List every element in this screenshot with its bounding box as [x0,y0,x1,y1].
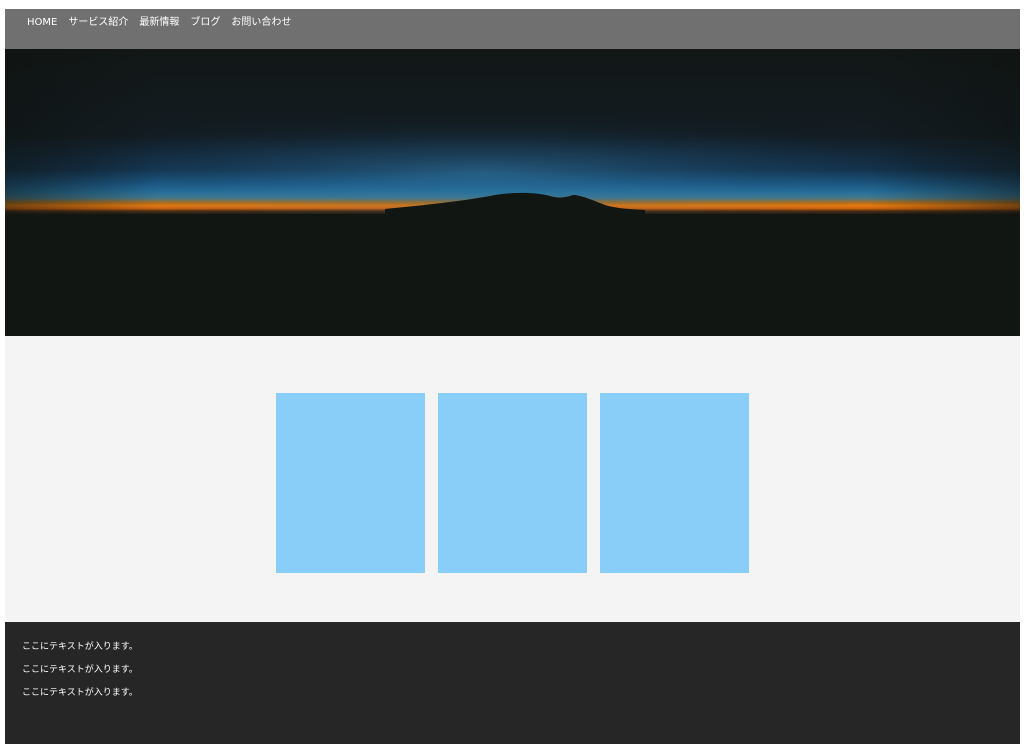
footer-text-line: ここにテキストが入ります。 [22,665,138,675]
tile-card-2[interactable] [438,393,587,573]
nav-item-news[interactable]: 最新情報 [139,16,179,30]
footer: ここにテキストが入ります。 ここにテキストが入ります。 ここにテキストが入ります… [5,622,1020,744]
tile-card-3[interactable] [600,393,749,573]
page: HOME サービス紹介 最新情報 ブログ お問い合わせ ここにテキストが入ります… [5,9,1020,744]
footer-text-line: ここにテキストが入ります。 [22,642,138,652]
main-nav: HOME サービス紹介 最新情報 ブログ お問い合わせ [27,16,291,30]
tile-grid [276,393,749,573]
navbar: HOME サービス紹介 最新情報 ブログ お問い合わせ [5,9,1020,49]
nav-item-home[interactable]: HOME [27,16,57,30]
hero-sunset-illustration [5,49,1020,336]
hero-image [5,49,1020,336]
tile-card-1[interactable] [276,393,425,573]
nav-item-contact[interactable]: お問い合わせ [231,16,291,30]
content-section [5,336,1020,622]
footer-text-block: ここにテキストが入ります。 ここにテキストが入ります。 ここにテキストが入ります… [22,642,138,711]
nav-item-blog[interactable]: ブログ [190,16,220,30]
nav-item-services[interactable]: サービス紹介 [68,16,128,30]
footer-text-line: ここにテキストが入ります。 [22,688,138,698]
